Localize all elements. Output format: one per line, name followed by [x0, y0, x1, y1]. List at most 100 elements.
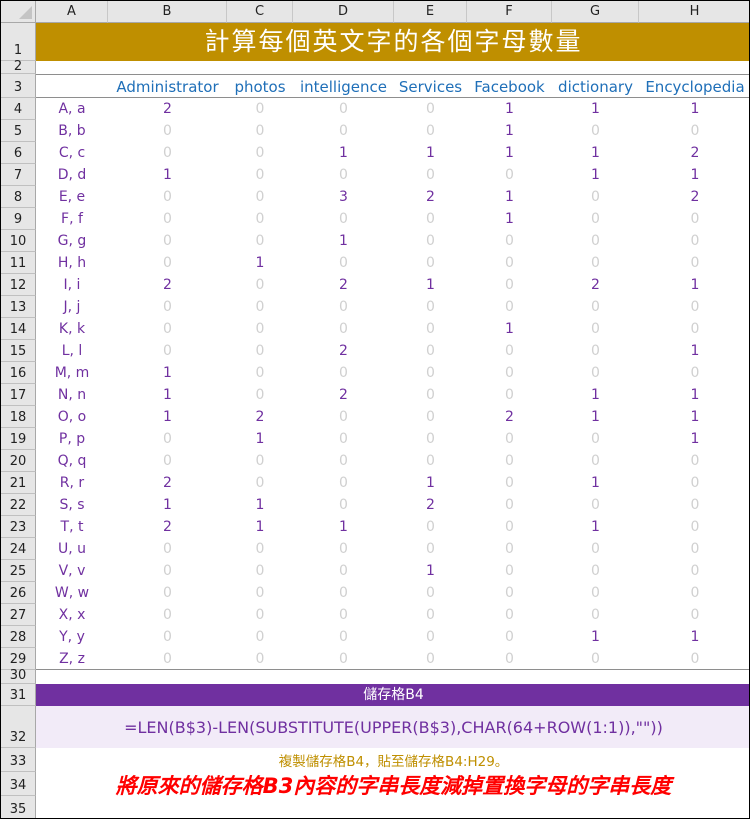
count-cell[interactable]: 0	[227, 384, 293, 406]
count-cell[interactable]: 0	[227, 340, 293, 362]
row-header-1[interactable]: 1	[1, 23, 36, 61]
letter-label-cell[interactable]: R, r	[36, 472, 108, 494]
count-cell[interactable]: 2	[639, 142, 749, 164]
count-cell[interactable]: 2	[108, 472, 227, 494]
count-cell[interactable]: 0	[227, 538, 293, 560]
letter-label-cell[interactable]: Q, q	[36, 450, 108, 472]
count-cell[interactable]: 1	[293, 516, 394, 538]
count-cell[interactable]: 0	[467, 516, 552, 538]
count-cell[interactable]: 0	[108, 560, 227, 582]
column-header-h[interactable]: H	[639, 1, 749, 23]
count-cell[interactable]: 0	[227, 186, 293, 208]
sheet-title[interactable]: 計算每個英文字的各個字母數量	[36, 23, 749, 61]
count-cell[interactable]: 0	[467, 340, 552, 362]
count-cell[interactable]: 1	[227, 428, 293, 450]
letter-label-cell[interactable]: P, p	[36, 428, 108, 450]
count-cell[interactable]: 1	[293, 142, 394, 164]
count-cell[interactable]: 0	[394, 120, 467, 142]
count-cell[interactable]: 0	[467, 274, 552, 296]
count-cell[interactable]: 2	[293, 340, 394, 362]
count-cell[interactable]: 1	[639, 164, 749, 186]
letter-label-cell[interactable]: Y, y	[36, 626, 108, 648]
count-cell[interactable]: 0	[293, 538, 394, 560]
letter-label-cell[interactable]: D, d	[36, 164, 108, 186]
count-cell[interactable]: 2	[108, 98, 227, 120]
row-header-35[interactable]: 35	[1, 796, 36, 818]
count-cell[interactable]: 0	[394, 384, 467, 406]
count-cell[interactable]: 0	[227, 120, 293, 142]
count-cell[interactable]: 0	[394, 230, 467, 252]
row-header-7[interactable]: 7	[1, 164, 36, 186]
count-cell[interactable]: 0	[293, 318, 394, 340]
count-cell[interactable]: 0	[108, 186, 227, 208]
count-cell[interactable]: 2	[227, 406, 293, 428]
row-header-32[interactable]: 32	[1, 706, 36, 748]
count-cell[interactable]: 0	[394, 538, 467, 560]
row-header-12[interactable]: 12	[1, 274, 36, 296]
count-cell[interactable]: 0	[394, 208, 467, 230]
count-cell[interactable]: 0	[467, 560, 552, 582]
row-header-14[interactable]: 14	[1, 318, 36, 340]
row-header-22[interactable]: 22	[1, 494, 36, 516]
count-cell[interactable]: 0	[227, 296, 293, 318]
count-cell[interactable]: 0	[108, 340, 227, 362]
count-cell[interactable]: 0	[552, 494, 639, 516]
count-cell[interactable]: 0	[552, 252, 639, 274]
count-cell[interactable]: 0	[639, 296, 749, 318]
count-cell[interactable]: 0	[639, 120, 749, 142]
count-cell[interactable]: 0	[227, 472, 293, 494]
count-cell[interactable]: 0	[552, 362, 639, 384]
count-cell[interactable]: 2	[108, 274, 227, 296]
letter-label-cell[interactable]: H, h	[36, 252, 108, 274]
row-header-28[interactable]: 28	[1, 626, 36, 648]
count-cell[interactable]: 0	[227, 142, 293, 164]
count-cell[interactable]: 2	[467, 406, 552, 428]
count-cell[interactable]: 0	[639, 516, 749, 538]
count-cell[interactable]: 0	[108, 604, 227, 626]
letter-label-cell[interactable]: G, g	[36, 230, 108, 252]
count-cell[interactable]: 0	[394, 340, 467, 362]
count-cell[interactable]: 0	[467, 582, 552, 604]
row-header-31[interactable]: 31	[1, 684, 36, 706]
count-cell[interactable]: 0	[639, 362, 749, 384]
count-cell[interactable]: 0	[552, 648, 639, 670]
row-header-3[interactable]: 3	[1, 74, 36, 98]
word-header-cell[interactable]: Facebook	[467, 75, 552, 98]
count-cell[interactable]: 1	[108, 362, 227, 384]
letter-label-cell[interactable]: T, t	[36, 516, 108, 538]
count-cell[interactable]: 0	[639, 648, 749, 670]
count-cell[interactable]: 0	[108, 230, 227, 252]
count-cell[interactable]: 0	[227, 560, 293, 582]
row-header-15[interactable]: 15	[1, 340, 36, 362]
column-header-d[interactable]: D	[293, 1, 394, 23]
count-cell[interactable]: 2	[293, 274, 394, 296]
count-cell[interactable]: 0	[293, 560, 394, 582]
column-header-f[interactable]: F	[467, 1, 552, 23]
count-cell[interactable]: 0	[639, 494, 749, 516]
count-cell[interactable]: 0	[394, 296, 467, 318]
count-cell[interactable]: 0	[467, 494, 552, 516]
count-cell[interactable]: 0	[227, 582, 293, 604]
count-cell[interactable]: 0	[394, 164, 467, 186]
count-cell[interactable]: 0	[639, 604, 749, 626]
letter-label-cell[interactable]: I, i	[36, 274, 108, 296]
letter-label-cell[interactable]: Z, z	[36, 648, 108, 670]
count-cell[interactable]: 0	[227, 230, 293, 252]
count-cell[interactable]: 0	[552, 604, 639, 626]
count-cell[interactable]: 3	[293, 186, 394, 208]
count-cell[interactable]: 0	[467, 626, 552, 648]
letter-label-cell[interactable]: C, c	[36, 142, 108, 164]
count-cell[interactable]: 2	[639, 186, 749, 208]
count-cell[interactable]: 1	[108, 406, 227, 428]
count-cell[interactable]: 1	[639, 340, 749, 362]
count-cell[interactable]: 0	[108, 582, 227, 604]
count-cell[interactable]: 0	[108, 450, 227, 472]
letter-label-cell[interactable]: W, w	[36, 582, 108, 604]
count-cell[interactable]: 1	[552, 142, 639, 164]
column-header-c[interactable]: C	[227, 1, 293, 23]
count-cell[interactable]: 1	[639, 384, 749, 406]
count-cell[interactable]: 0	[293, 582, 394, 604]
count-cell[interactable]: 0	[108, 318, 227, 340]
select-all-corner[interactable]	[1, 1, 36, 23]
count-cell[interactable]: 0	[108, 120, 227, 142]
